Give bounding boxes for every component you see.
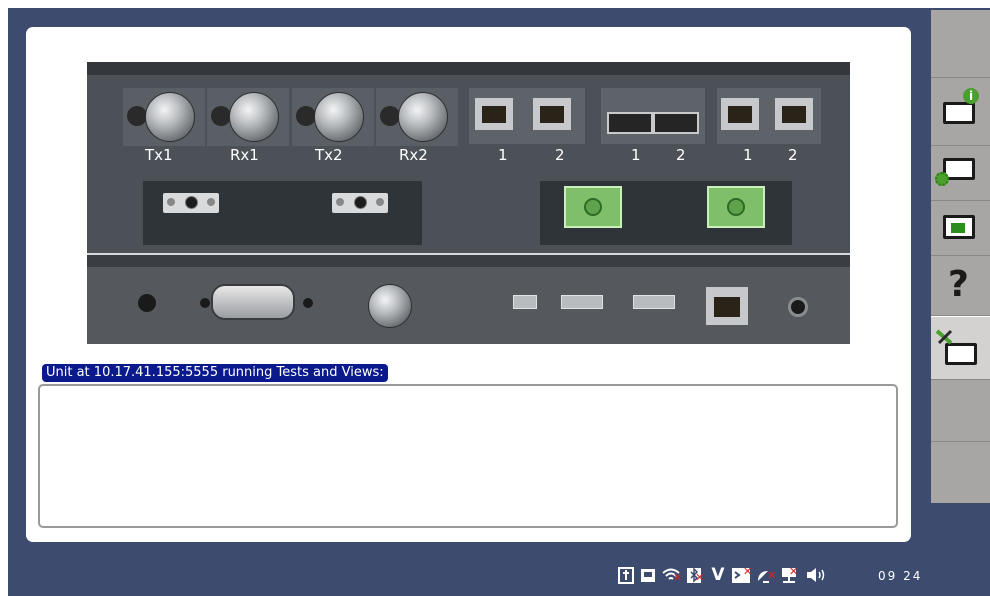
disabled-x-icon: ✕ xyxy=(743,565,753,578)
optical-port-2[interactable] xyxy=(707,186,765,228)
fiber-connector-bay xyxy=(143,181,422,245)
screw-icon xyxy=(376,198,384,206)
terminal-icon[interactable]: ✕ xyxy=(731,565,753,585)
panel-top-band xyxy=(87,62,850,75)
panel-divider-shadow xyxy=(87,255,850,267)
disabled-x-icon: ✕ xyxy=(789,565,799,578)
window-icon xyxy=(945,343,977,365)
v-icon[interactable]: V xyxy=(709,565,727,585)
gear-icon xyxy=(935,172,949,186)
setup-button[interactable] xyxy=(931,146,990,201)
screw-icon xyxy=(303,298,313,308)
ethernet-group1-label-1: 1 xyxy=(498,146,508,164)
screw-icon xyxy=(200,298,210,308)
serial-port[interactable] xyxy=(211,284,295,320)
sfp-port-2[interactable] xyxy=(653,112,699,134)
bnc-label-tx2: Tx2 xyxy=(315,146,343,164)
ethernet-group1-label-2: 2 xyxy=(555,146,565,164)
sfp-label-1: 1 xyxy=(631,146,641,164)
usb-port-3[interactable] xyxy=(633,295,675,309)
management-ethernet-port[interactable] xyxy=(706,287,748,325)
optical-port-1[interactable] xyxy=(564,186,622,228)
sidebar-empty-slot xyxy=(931,10,990,78)
led-indicator xyxy=(296,106,316,126)
bnc-connector-icon xyxy=(229,92,279,142)
fiber-connector-1[interactable] xyxy=(163,193,219,213)
satellite-icon[interactable]: ✕ xyxy=(755,565,777,585)
optical-core-icon xyxy=(584,198,602,216)
disabled-x-icon: ✕ xyxy=(695,571,705,584)
home-button[interactable] xyxy=(931,201,990,256)
info-icon: i xyxy=(963,88,979,104)
console-label: Unit at 10.17.41.155:5555 running Tests … xyxy=(42,364,388,382)
bnc-connector-icon xyxy=(314,92,364,142)
network-icon[interactable]: ✕ xyxy=(779,565,799,585)
usb-port-1[interactable] xyxy=(513,295,537,309)
help-button[interactable]: ? xyxy=(931,256,990,316)
tests-button[interactable] xyxy=(931,316,990,380)
usb-port-2[interactable] xyxy=(561,295,603,309)
bnc-connector-icon xyxy=(145,92,195,142)
clock: 09 24 xyxy=(878,569,923,583)
instrument-panel: Tx1 Rx1 Tx2 Rx2 1 2 1 2 1 2 xyxy=(87,62,850,344)
console-output-box[interactable] xyxy=(38,384,898,528)
sfp-port-1[interactable] xyxy=(607,112,653,134)
rj45-socket-icon xyxy=(540,106,564,123)
led-indicator xyxy=(127,106,147,126)
help-icon: ? xyxy=(948,264,969,305)
ethernet-group2-label-1: 1 xyxy=(743,146,753,164)
fiber-core-icon xyxy=(185,196,198,209)
screw-icon xyxy=(336,198,344,206)
sidebar-empty-slot xyxy=(931,380,990,442)
rj45-socket-icon xyxy=(728,106,752,123)
fiber-core-icon xyxy=(354,196,367,209)
home-icon xyxy=(951,223,965,233)
sidebar-empty-slot xyxy=(931,442,990,503)
fiber-connector-2[interactable] xyxy=(332,193,388,213)
storage-icon[interactable] xyxy=(639,565,657,585)
sfp-label-2: 2 xyxy=(676,146,686,164)
disabled-x-icon: ✕ xyxy=(673,571,683,584)
ethernet-port-2[interactable] xyxy=(533,98,571,130)
rj45-socket-icon xyxy=(714,297,740,317)
right-sidebar: i ? xyxy=(931,10,990,503)
wifi-icon[interactable]: ✕ xyxy=(661,565,683,585)
speaker-icon[interactable] xyxy=(805,565,825,585)
screw-icon xyxy=(207,198,215,206)
power-plug-icon[interactable] xyxy=(617,565,635,585)
screw-icon xyxy=(167,198,175,206)
coax-connector-icon[interactable] xyxy=(368,284,412,328)
system-info-button[interactable]: i xyxy=(931,78,990,146)
audio-jack[interactable] xyxy=(788,297,808,317)
bnc-label-rx2: Rx2 xyxy=(399,146,428,164)
tools-icon xyxy=(935,329,955,345)
ethernet-group2-label-2: 2 xyxy=(788,146,798,164)
disabled-x-icon: ✕ xyxy=(767,569,777,582)
ethernet-port-1[interactable] xyxy=(475,98,513,130)
ethernet-port-3[interactable] xyxy=(721,98,759,130)
bnc-label-tx1: Tx1 xyxy=(145,146,173,164)
bluetooth-icon[interactable]: ✕ xyxy=(685,565,705,585)
rj45-socket-icon xyxy=(782,106,806,123)
bnc-label-rx1: Rx1 xyxy=(230,146,259,164)
ethernet-port-4[interactable] xyxy=(775,98,813,130)
power-led xyxy=(138,294,156,312)
bnc-connector-icon xyxy=(398,92,448,142)
window-icon xyxy=(943,102,975,124)
led-indicator xyxy=(380,106,400,126)
led-indicator xyxy=(211,106,231,126)
rj45-socket-icon xyxy=(482,106,506,123)
optical-core-icon xyxy=(727,198,745,216)
